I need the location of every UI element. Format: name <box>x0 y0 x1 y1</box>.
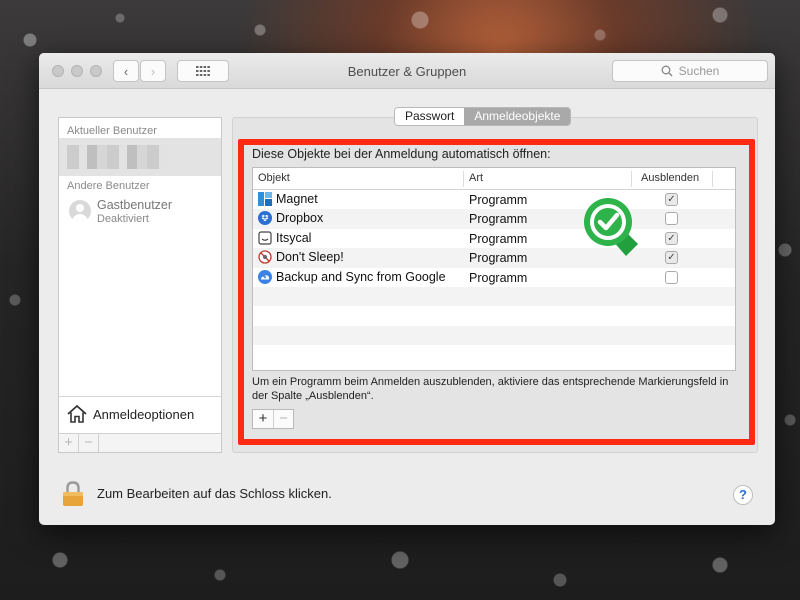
remove-user-button[interactable]: − <box>79 434 99 452</box>
checkmark-badge-icon <box>584 198 638 256</box>
lock-hint-text: Zum Bearbeiten auf das Schloss klicken. <box>97 486 332 501</box>
tab-bar: Passwort Anmeldeobjekte <box>394 107 572 126</box>
search-placeholder: Suchen <box>678 64 720 78</box>
users-sidebar: Aktueller Benutzer Andere Benutzer Gastb… <box>58 117 222 453</box>
current-user-heading: Aktueller Benutzer <box>67 125 157 137</box>
sidebar-divider <box>59 396 221 397</box>
login-options-label: Anmeldeoptionen <box>93 406 195 422</box>
login-options-item[interactable]: Anmeldeoptionen <box>67 405 194 423</box>
add-user-button[interactable]: + <box>59 434 79 452</box>
title-bar: ‹ › Benutzer & Gruppen Suchen <box>39 53 775 89</box>
search-input[interactable]: Suchen <box>612 60 768 82</box>
tab-anmeldeobjekte[interactable]: Anmeldeobjekte <box>464 108 571 125</box>
help-button[interactable]: ? <box>733 485 753 505</box>
sidebar-button-bar: + − <box>59 433 221 452</box>
lock-icon[interactable] <box>62 481 84 507</box>
guest-user-status: Deaktiviert <box>97 213 149 225</box>
guest-user-name: Gastbenutzer <box>97 198 173 212</box>
house-icon <box>67 405 87 423</box>
other-users-heading: Andere Benutzer <box>67 180 150 192</box>
guest-user-row[interactable]: Gastbenutzer Deaktiviert <box>69 198 172 225</box>
search-icon <box>661 65 673 77</box>
guest-avatar-icon <box>69 200 91 222</box>
red-highlight-frame <box>238 139 755 445</box>
tab-passwort[interactable]: Passwort <box>395 108 465 125</box>
current-user-row[interactable] <box>59 138 221 176</box>
redacted-user-name <box>67 145 167 169</box>
